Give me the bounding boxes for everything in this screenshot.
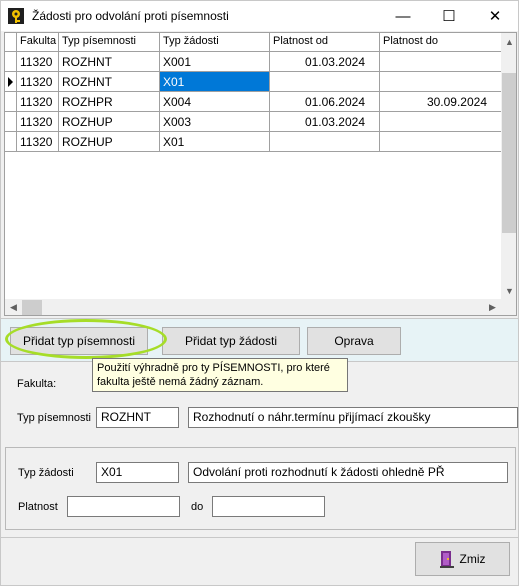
fakulta-label: Fakulta:: [17, 378, 57, 390]
highlight-ellipse: [5, 319, 167, 359]
scroll-left-icon[interactable]: ◀: [5, 299, 22, 315]
cell-platnost-do[interactable]: [380, 52, 502, 72]
typ-pisemnosti-label: Typ písemnosti: [17, 412, 91, 424]
horizontal-scroll-thumb[interactable]: [22, 300, 42, 315]
scroll-up-icon[interactable]: ▲: [501, 33, 516, 50]
repair-button[interactable]: Oprava: [307, 327, 401, 355]
key-icon: [8, 8, 24, 24]
row-indicator[interactable]: [5, 52, 17, 72]
cell-platnost-do[interactable]: [380, 132, 502, 152]
cell-typ-zadosti[interactable]: X004: [160, 92, 270, 112]
table-row[interactable]: 11320 ROZHUP X003 01.03.2024: [5, 112, 502, 132]
platnost-do-field[interactable]: [212, 496, 325, 517]
vertical-scroll-thumb[interactable]: [502, 73, 516, 233]
cell-typ-pisemnosti[interactable]: ROZHNT: [59, 52, 160, 72]
table-row[interactable]: 11320 ROZHNT X001 01.03.2024: [5, 52, 502, 72]
request-type-group: [5, 447, 516, 530]
cell-platnost-do[interactable]: [380, 72, 502, 92]
row-indicator-header: [5, 33, 17, 52]
platnost-do-label: do: [191, 501, 204, 513]
cell-platnost-od[interactable]: 01.03.2024: [270, 112, 380, 132]
maximize-button[interactable]: ☐: [426, 1, 472, 31]
table-row-current[interactable]: 11320 ROZHNT X01: [5, 72, 502, 92]
row-indicator[interactable]: [5, 72, 17, 92]
cell-typ-zadosti[interactable]: X001: [160, 52, 270, 72]
add-request-type-button[interactable]: Přidat typ žádosti: [162, 327, 300, 355]
typ-zadosti-description-field[interactable]: Odvolání proti rozhodnutí k žádosti ohle…: [188, 462, 508, 483]
cell-platnost-od[interactable]: 01.06.2024: [270, 92, 380, 112]
table-row[interactable]: 11320 ROZHPR X004 01.06.2024 30.09.2024: [5, 92, 502, 112]
cell-fakulta[interactable]: 11320: [17, 72, 59, 92]
minimize-button[interactable]: —: [380, 1, 426, 31]
column-header-platnost-do[interactable]: Platnost do: [380, 33, 502, 52]
column-header-fakulta[interactable]: Fakulta: [17, 33, 59, 52]
cell-typ-pisemnosti[interactable]: ROZHNT: [59, 72, 160, 92]
maximize-icon: ☐: [442, 8, 456, 25]
row-indicator[interactable]: [5, 132, 17, 152]
dialog-window: Žádosti pro odvolání proti písemnosti — …: [0, 0, 519, 586]
platnost-od-field[interactable]: [67, 496, 180, 517]
title-bar[interactable]: Žádosti pro odvolání proti písemnosti — …: [1, 1, 518, 31]
cell-platnost-od[interactable]: 01.03.2024: [270, 52, 380, 72]
row-indicator[interactable]: [5, 92, 17, 112]
cell-typ-pisemnosti[interactable]: ROZHUP: [59, 112, 160, 132]
cell-fakulta[interactable]: 11320: [17, 112, 59, 132]
cell-typ-pisemnosti[interactable]: ROZHPR: [59, 92, 160, 112]
exit-button-label: Zmiz: [459, 552, 486, 566]
grid-header: Fakulta Typ písemnosti Typ žádosti Platn…: [5, 33, 502, 52]
tooltip-line-1: Použití výhradně pro ty PÍSEMNOSTI, pro …: [97, 362, 330, 374]
window-title: Žádosti pro odvolání proti písemnosti: [32, 9, 229, 23]
row-indicator[interactable]: [5, 112, 17, 132]
cell-typ-zadosti[interactable]: X01: [160, 132, 270, 152]
cell-typ-zadosti-selected[interactable]: X01: [160, 72, 270, 92]
cell-fakulta[interactable]: 11320: [17, 52, 59, 72]
scroll-down-icon[interactable]: ▼: [501, 282, 516, 299]
cell-typ-zadosti[interactable]: X003: [160, 112, 270, 132]
requests-grid[interactable]: Fakulta Typ písemnosti Typ žádosti Platn…: [4, 32, 517, 316]
typ-zadosti-code-field[interactable]: X01: [96, 462, 179, 483]
vertical-scrollbar[interactable]: ▲ ▼: [501, 33, 516, 299]
cell-fakulta[interactable]: 11320: [17, 92, 59, 112]
platnost-label: Platnost: [18, 501, 58, 513]
door-exit-icon: [439, 551, 454, 568]
column-header-typ-zadosti[interactable]: Typ žádosti: [160, 33, 270, 52]
exit-button[interactable]: Zmiz: [415, 542, 510, 576]
current-row-arrow-icon: [8, 77, 13, 87]
tooltip-line-2: fakulta ještě nemá žádný záznam.: [97, 376, 264, 388]
tooltip: Použití výhradně pro ty PÍSEMNOSTI, pro …: [92, 358, 348, 392]
cell-platnost-od[interactable]: [270, 72, 380, 92]
column-header-typ-pisemnosti[interactable]: Typ písemnosti: [59, 33, 160, 52]
table-row[interactable]: 11320 ROZHUP X01: [5, 132, 502, 152]
cell-platnost-do[interactable]: [380, 112, 502, 132]
minimize-icon: —: [395, 7, 411, 25]
bottom-divider: [1, 537, 518, 538]
close-button[interactable]: ✕: [472, 1, 518, 31]
typ-pisemnosti-description-field[interactable]: Rozhodnutí o náhr.termínu přijímací zkou…: [188, 407, 518, 428]
typ-pisemnosti-code-field[interactable]: ROZHNT: [96, 407, 179, 428]
column-header-platnost-od[interactable]: Platnost od: [270, 33, 380, 52]
cell-typ-pisemnosti[interactable]: ROZHUP: [59, 132, 160, 152]
close-icon: ✕: [488, 8, 502, 25]
scrollbar-corner: [501, 299, 516, 315]
horizontal-scrollbar[interactable]: ◀ ▶: [5, 299, 501, 315]
scroll-right-icon[interactable]: ▶: [484, 299, 501, 315]
cell-fakulta[interactable]: 11320: [17, 132, 59, 152]
cell-platnost-do[interactable]: 30.09.2024: [380, 92, 502, 112]
typ-zadosti-label: Typ žádosti: [18, 467, 74, 479]
cell-platnost-od[interactable]: [270, 132, 380, 152]
